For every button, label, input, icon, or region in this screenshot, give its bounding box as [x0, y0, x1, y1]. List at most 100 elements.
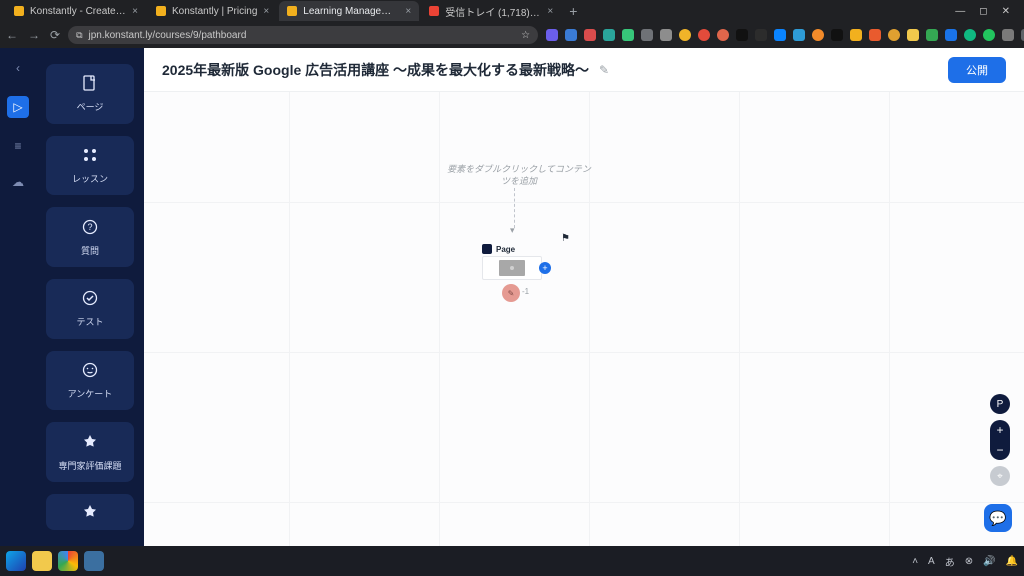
- tool-test[interactable]: テスト: [46, 279, 134, 339]
- tool-label: レッスン: [72, 172, 108, 185]
- chat-fab[interactable]: 💬: [984, 504, 1012, 532]
- extension-icon[interactable]: [812, 29, 824, 41]
- close-icon[interactable]: ×: [547, 6, 553, 17]
- browser-tab-active[interactable]: Learning Management System… ×: [279, 1, 419, 21]
- browser-chrome: Konstantly - Create workplace … × Konsta…: [0, 0, 1024, 48]
- publish-button[interactable]: 公開: [948, 57, 1006, 83]
- browser-tab[interactable]: 受信トレイ (1,718) - tensen1250… ×: [421, 1, 561, 21]
- extension-icon[interactable]: [983, 29, 995, 41]
- extension-icon[interactable]: [736, 29, 748, 41]
- zoom-out-button[interactable]: −: [990, 440, 1010, 460]
- reload-button[interactable]: ⟳: [50, 28, 60, 42]
- extension-icon[interactable]: [926, 29, 938, 41]
- tool-label: 質問: [81, 244, 99, 257]
- tab-strip: Konstantly - Create workplace … × Konsta…: [0, 0, 1024, 22]
- question-icon: ?: [81, 218, 99, 236]
- tray-ime-a[interactable]: A: [928, 556, 935, 567]
- page-icon: [81, 74, 99, 92]
- tab-title: Konstantly - Create workplace …: [30, 6, 126, 17]
- extension-icon[interactable]: [774, 29, 786, 41]
- page-node[interactable]: Page +: [482, 244, 542, 280]
- extension-icon[interactable]: [1002, 29, 1014, 41]
- tool-page[interactable]: ページ: [46, 64, 134, 124]
- bookmark-icon[interactable]: ☆: [521, 30, 530, 41]
- browser-tab[interactable]: Konstantly | Pricing ×: [148, 1, 277, 21]
- tool-sidebar: ページ レッスン ? 質問 テスト アンケート 専門家評価課題: [36, 48, 144, 546]
- svg-text:?: ?: [87, 222, 92, 232]
- site-info-icon[interactable]: ⧉: [76, 30, 82, 41]
- favicon: [14, 6, 24, 16]
- extension-icon[interactable]: [698, 29, 710, 41]
- edit-title-icon[interactable]: ✎: [599, 63, 609, 77]
- canvas-controls: P + − ⌖: [990, 394, 1010, 486]
- survey-icon: [81, 361, 99, 379]
- back-button[interactable]: ←: [6, 28, 18, 42]
- tool-extra[interactable]: [46, 494, 134, 530]
- maximize-button[interactable]: ◻: [979, 6, 987, 17]
- tray-network-icon[interactable]: ⊗: [965, 556, 973, 567]
- extension-icon[interactable]: [888, 29, 900, 41]
- extension-icon[interactable]: [869, 29, 881, 41]
- extension-icon[interactable]: [964, 29, 976, 41]
- extension-icon[interactable]: [679, 29, 691, 41]
- url-field[interactable]: ⧉ jpn.konstant.ly/courses/9/pathboard ☆: [68, 26, 538, 44]
- extension-icon[interactable]: [622, 29, 634, 41]
- tool-label: テスト: [76, 315, 103, 328]
- node-body[interactable]: +: [482, 256, 542, 280]
- main-area: 2025年最新版 Google 広告活用講座 〜成果を最大化する最新戦略〜 ✎ …: [144, 48, 1024, 546]
- fit-view-button[interactable]: ⌖: [990, 466, 1010, 486]
- minimize-button[interactable]: —: [955, 6, 965, 17]
- add-connection-button[interactable]: +: [539, 262, 551, 274]
- rail-list-icon[interactable]: ≡: [10, 138, 26, 154]
- tool-lesson[interactable]: レッスン: [46, 136, 134, 196]
- extension-icon[interactable]: [755, 29, 767, 41]
- presence-badge[interactable]: P: [990, 394, 1010, 414]
- course-topbar: 2025年最新版 Google 広告活用講座 〜成果を最大化する最新戦略〜 ✎ …: [144, 48, 1024, 92]
- extension-icon[interactable]: [565, 29, 577, 41]
- tool-label: ページ: [77, 100, 104, 113]
- tab-title: Learning Management System…: [303, 6, 399, 17]
- close-icon[interactable]: ×: [132, 6, 138, 17]
- cursor-label: -1: [522, 287, 529, 296]
- extension-icon[interactable]: [850, 29, 862, 41]
- system-tray: ˄ A あ ⊗ 🔊 🔔: [912, 554, 1018, 569]
- pathboard-canvas[interactable]: 要素をダブルクリックしてコンテンツを追加 ▾ ⚑ Page + ✎ -1 P: [144, 92, 1024, 546]
- taskbar-explorer-icon[interactable]: [32, 551, 52, 571]
- extension-icon[interactable]: [717, 29, 729, 41]
- extension-icon[interactable]: [660, 29, 672, 41]
- extension-icon[interactable]: [907, 29, 919, 41]
- tray-chevron-icon[interactable]: ˄: [912, 556, 918, 567]
- close-window-button[interactable]: ✕: [1002, 6, 1010, 17]
- extension-icon[interactable]: [793, 29, 805, 41]
- flag-icon: ⚑: [561, 233, 570, 244]
- taskbar-app-icon[interactable]: [84, 551, 104, 571]
- extension-icon[interactable]: [603, 29, 615, 41]
- extension-icon[interactable]: [831, 29, 843, 41]
- tab-title: Konstantly | Pricing: [172, 6, 257, 17]
- close-icon[interactable]: ×: [405, 6, 411, 17]
- extension-icon[interactable]: [546, 29, 558, 41]
- star-icon: [81, 433, 99, 451]
- extension-icon[interactable]: [584, 29, 596, 41]
- new-tab-button[interactable]: +: [563, 3, 583, 19]
- address-bar: ← → ⟳ ⧉ jpn.konstant.ly/courses/9/pathbo…: [0, 22, 1024, 48]
- rail-play-icon[interactable]: ▷: [7, 96, 29, 118]
- zoom-in-button[interactable]: +: [990, 420, 1010, 440]
- grid-icon: [81, 146, 99, 164]
- forward-button[interactable]: →: [28, 28, 40, 42]
- rail-collapse-icon[interactable]: ‹: [10, 60, 26, 76]
- rail-cloud-icon[interactable]: ☁: [10, 174, 26, 190]
- close-icon[interactable]: ×: [263, 6, 269, 17]
- extension-icon[interactable]: [641, 29, 653, 41]
- tray-volume-icon[interactable]: 🔊: [983, 556, 995, 567]
- tray-ime-kana[interactable]: あ: [945, 554, 955, 569]
- extension-icon[interactable]: [945, 29, 957, 41]
- tool-expert-review[interactable]: 専門家評価課題: [46, 422, 134, 482]
- tool-question[interactable]: ? 質問: [46, 207, 134, 267]
- tool-label: アンケート: [68, 387, 113, 400]
- tray-notifications-icon[interactable]: 🔔: [1006, 556, 1018, 567]
- tool-survey[interactable]: アンケート: [46, 351, 134, 411]
- start-button[interactable]: [6, 551, 26, 571]
- taskbar-chrome-icon[interactable]: [58, 551, 78, 571]
- browser-tab[interactable]: Konstantly - Create workplace … ×: [6, 1, 146, 21]
